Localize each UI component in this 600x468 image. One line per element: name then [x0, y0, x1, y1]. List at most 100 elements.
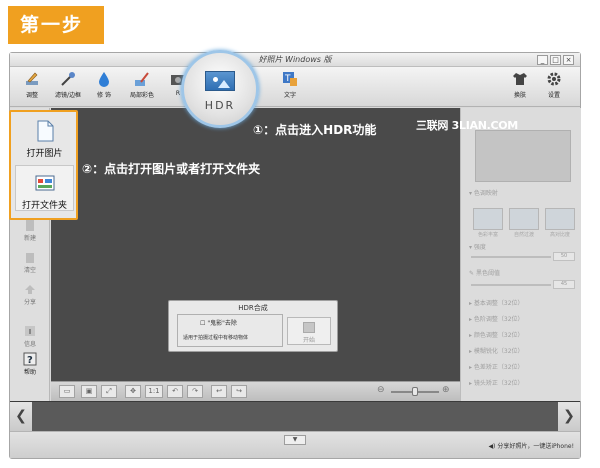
preset-thumb[interactable] — [545, 208, 575, 230]
watermark: 三联网 3LIAN.COM — [416, 119, 518, 132]
move-button[interactable]: ✥ — [125, 385, 141, 398]
preset-label: 高对比度 — [549, 232, 570, 238]
share-button[interactable]: 分享 — [14, 282, 46, 306]
start-icon — [303, 322, 315, 333]
ghost-removal-option[interactable]: ☐ "鬼影"去除 — [200, 318, 237, 327]
tone-mapping-header[interactable]: ▾ 色调映射 — [469, 188, 498, 197]
window-title: 好照片 Windows 版 — [258, 55, 332, 64]
minimize-button[interactable]: _ — [537, 55, 548, 65]
hdr-slider[interactable] — [471, 284, 551, 286]
preset-thumb[interactable] — [473, 208, 503, 230]
text-icon: T — [283, 72, 297, 86]
tool-label: 设置 — [547, 92, 560, 99]
section-label: 模糊锐化（32位） — [473, 348, 524, 355]
section-header[interactable]: ▸ 色差矫正（32位） — [469, 362, 524, 371]
histogram-preview — [475, 130, 571, 182]
new-button[interactable]: 新建 — [14, 218, 46, 242]
open-image-button[interactable]: 打开图片 — [15, 114, 74, 160]
left-btn-label: 帮助 — [23, 369, 36, 376]
fit-button[interactable]: ⤢ — [101, 385, 117, 398]
brush-icon — [135, 72, 149, 86]
mountain-shape — [218, 80, 230, 88]
share-promo[interactable]: ◀) 分享好照片，一键送iPhone! — [488, 441, 574, 450]
annotation-step2: ②：点击打开图片或者打开文件夹 — [82, 160, 260, 177]
checkbox-icon[interactable]: ☐ — [200, 320, 205, 327]
tool-text[interactable]: T 文字 — [272, 70, 308, 99]
tool-label: 换肤 — [513, 92, 526, 99]
strength-slider[interactable] — [471, 256, 551, 258]
start-button[interactable]: 开始 — [287, 317, 331, 345]
open-image-label: 打开图片 — [26, 149, 63, 159]
right-panel: ▾ 色调映射 色彩丰富 自然过渡 高对比度 ▾ 强度 50 ✎ 黑色阈值 45 … — [460, 108, 581, 401]
section-label: 色阶调整（32位） — [473, 316, 524, 323]
hdr-value[interactable]: 45 — [553, 280, 575, 289]
section-label: 镜头矫正（32位） — [473, 380, 524, 387]
strength-value[interactable]: 50 — [553, 252, 575, 261]
gear-icon — [547, 72, 561, 86]
annotation-step1: ①：点击进入HDR功能 — [253, 121, 376, 138]
open-folder-button[interactable]: 打开文件夹 — [15, 165, 74, 211]
tool-settings[interactable]: 设置 — [536, 70, 572, 99]
start-label: 开始 — [302, 337, 315, 344]
rotate-right-button[interactable]: ↷ — [187, 385, 203, 398]
tool-local-color[interactable]: 局部彩色 — [124, 70, 160, 99]
zoom-slider-knob[interactable] — [412, 387, 418, 396]
speaker-icon: ◀) — [488, 443, 496, 450]
tool-label: 修 饰 — [97, 92, 111, 99]
caret-down-icon: ▼ — [292, 436, 298, 443]
undo-button[interactable]: ↩ — [211, 385, 227, 398]
section-header[interactable]: ▸ 镜头矫正（32位） — [469, 378, 524, 387]
tool-filter[interactable]: 滤镜/边框 — [50, 70, 86, 99]
info-button[interactable]: 信息 — [14, 324, 46, 348]
clear-button[interactable]: 清空 — [14, 250, 46, 274]
redo-button[interactable]: ↪ — [231, 385, 247, 398]
svg-text:?: ? — [27, 355, 33, 366]
rotate-left-button[interactable]: ↶ — [167, 385, 183, 398]
strength-label: ▾ 强度 — [469, 244, 486, 251]
section-header[interactable]: ▸ 模糊锐化（32位） — [469, 346, 524, 355]
main-toolbar: 调整 滤镜/边框 修 饰 局部彩色 R T 文字 换肤 设置 — [10, 67, 580, 107]
maximize-button[interactable]: □ — [550, 55, 561, 65]
zoom-in-icon[interactable]: ⊕ — [442, 385, 450, 395]
section-label: 色调映射 — [473, 190, 498, 197]
section-header[interactable]: ▸ 色阶调整（32位） — [469, 314, 524, 323]
ghost-removal-group: ☐ "鬼影"去除 适用于拍摄过程中有移动物体 — [177, 314, 283, 347]
crop-button[interactable]: ▭ — [59, 385, 75, 398]
page: 第一步 好照片 Windows 版 _ □ × 调整 滤镜/边框 修 饰 局部彩… — [0, 0, 600, 468]
preset-thumb[interactable] — [509, 208, 539, 230]
actual-size-button[interactable]: 1:1 — [145, 385, 163, 398]
tool-label: 滤镜/边框 — [54, 92, 82, 99]
file-icon — [37, 120, 53, 142]
section-header[interactable]: ▸ 基本调整（32位） — [469, 298, 524, 307]
drop-icon — [99, 72, 109, 87]
tool-adjust[interactable]: 调整 — [14, 70, 50, 99]
annotation-step1-text: ①：点击进入HDR功能 — [253, 123, 377, 137]
filmstrip-prev-button[interactable]: ❮ — [10, 402, 32, 432]
chevron-right-icon: ❯ — [563, 408, 575, 424]
section-header[interactable]: ▸ 颜色调整（32位） — [469, 330, 524, 339]
help-button[interactable]: ? 帮助 — [14, 352, 46, 376]
tool-label: 调整 — [25, 92, 38, 99]
hdr-text: 黑色阈值 — [475, 270, 500, 277]
strength-text: 强度 — [473, 244, 486, 251]
preset-label: 色彩丰富 — [477, 232, 498, 238]
filmstrip-next-button[interactable]: ❯ — [558, 402, 580, 432]
open-panel-callout: 打开图片 打开文件夹 — [9, 110, 78, 220]
chevron-left-icon: ❮ — [15, 408, 27, 424]
hdr-button[interactable]: HDR — [181, 50, 259, 128]
filmstrip: ❮ ❯ — [10, 401, 580, 432]
magic-wand-icon — [61, 72, 75, 86]
close-button[interactable]: × — [563, 55, 574, 65]
hdr-dialog: HDR合成 ☐ "鬼影"去除 适用于拍摄过程中有移动物体 开始 — [168, 300, 338, 352]
left-btn-label: 清空 — [23, 267, 36, 274]
tool-skin[interactable]: 换肤 — [502, 70, 538, 99]
annotation-step2-text: ②：点击打开图片或者打开文件夹 — [82, 162, 261, 176]
zoom-out-icon[interactable]: ⊖ — [377, 385, 385, 395]
app-window: 好照片 Windows 版 _ □ × 调整 滤镜/边框 修 饰 局部彩色 R … — [9, 52, 581, 459]
compare-button[interactable]: ▣ — [81, 385, 97, 398]
clear-icon — [26, 253, 34, 263]
tool-retouch[interactable]: 修 饰 — [86, 70, 122, 99]
open-folder-label: 打开文件夹 — [21, 201, 67, 211]
pencil-ruler-icon — [26, 72, 38, 85]
collapse-button[interactable]: ▼ — [284, 435, 306, 445]
